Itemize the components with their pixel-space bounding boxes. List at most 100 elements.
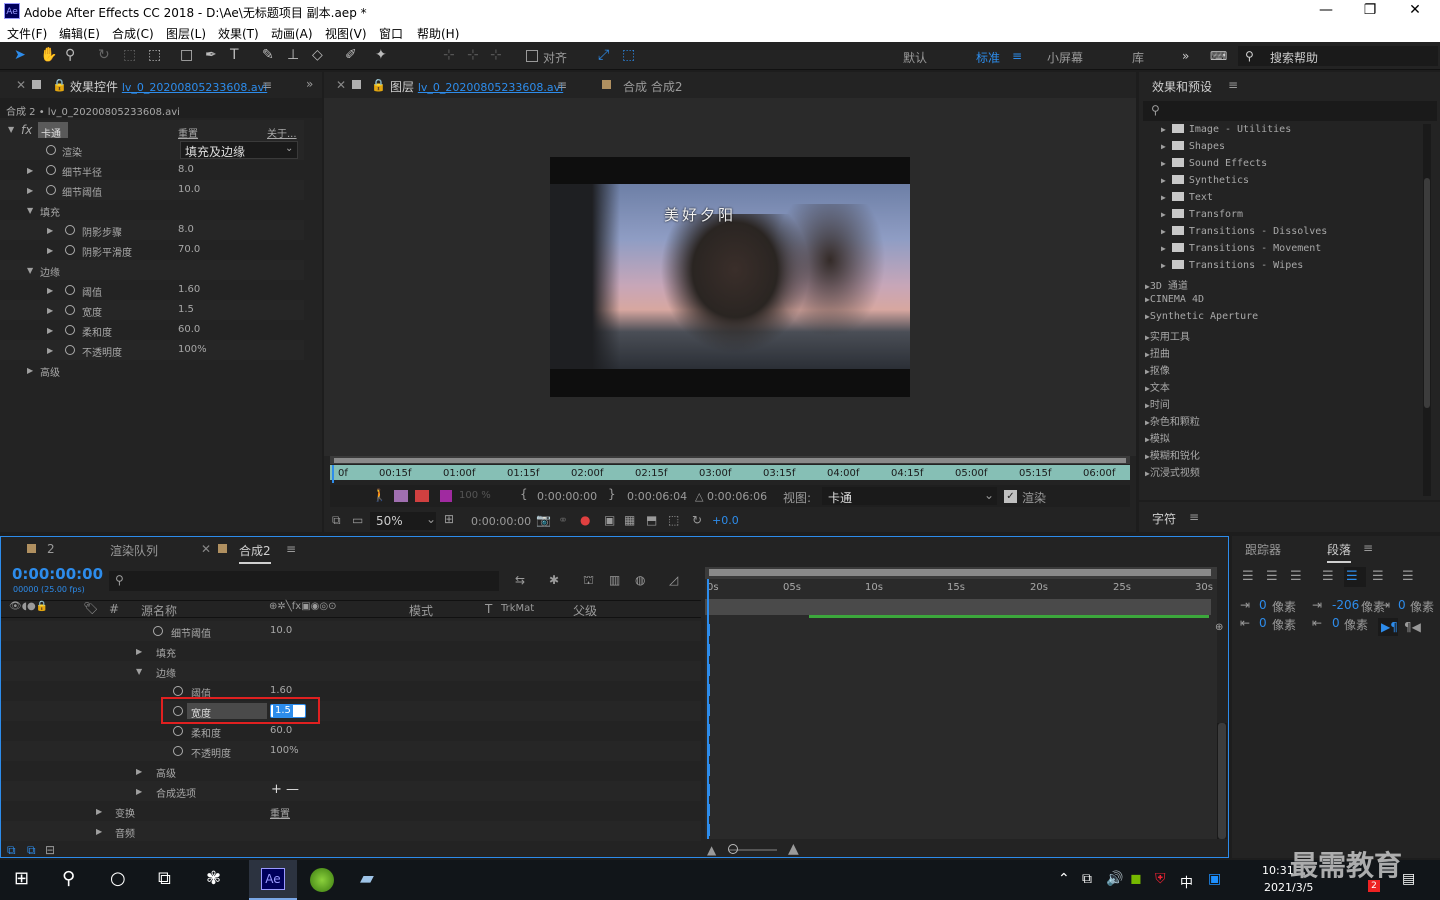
space-before-value[interactable]: -206 [1332, 598, 1359, 612]
pinwheel-icon[interactable]: ✾ [206, 868, 221, 889]
keyframe-marker[interactable] [707, 784, 710, 796]
panel-menu-icon[interactable]: ≡ [286, 542, 296, 556]
align-center-icon[interactable]: ☰ [1266, 569, 1278, 584]
color-swatch[interactable] [440, 490, 452, 502]
current-time[interactable]: 0:00:00:00 [471, 515, 531, 528]
menu-composition[interactable]: 合成(C) [112, 25, 154, 42]
label-tag-icon[interactable]: 🏷 [83, 601, 98, 615]
safe-margins-icon[interactable]: ⊞ [444, 512, 454, 526]
ime-indicator[interactable]: 中 [1180, 872, 1193, 891]
expand-icon[interactable]: ▶ [96, 827, 102, 836]
expand-icon[interactable]: ▶ [47, 286, 53, 295]
exposure-value[interactable]: +0.0 [712, 514, 739, 527]
channels-icon[interactable]: ● [580, 513, 590, 527]
keyframe-marker[interactable] [707, 804, 710, 816]
tree-category[interactable]: ▶模糊和锐化 [1145, 447, 1200, 462]
reset-exposure-icon[interactable]: ↻ [692, 513, 702, 527]
melon-app-icon[interactable] [310, 868, 334, 892]
stopwatch-icon[interactable] [65, 245, 75, 255]
tab-paragraph[interactable]: 段落 [1327, 541, 1352, 563]
effect-collapse-icon[interactable]: ▼ [8, 125, 14, 134]
lock-icon[interactable]: 🔒 [52, 78, 67, 92]
frame-blending-icon[interactable]: ▥ [609, 573, 620, 587]
panel-menu-icon[interactable]: ≡ [557, 78, 567, 92]
close-tab-icon[interactable]: ✕ [201, 542, 211, 556]
menu-file[interactable]: 文件(F) [7, 25, 47, 42]
tree-folder-item[interactable]: ▶ Text [1161, 192, 1213, 203]
pen-tool-icon[interactable]: ✒ [205, 47, 217, 63]
tree-category[interactable]: ▶扭曲 [1145, 345, 1170, 360]
zoom-in-icon[interactable]: ▲ [788, 841, 799, 857]
stopwatch-icon[interactable] [173, 686, 183, 696]
work-area-bar[interactable] [709, 569, 1211, 576]
col-mode[interactable]: 模式 [409, 602, 433, 619]
detail-threshold-value[interactable]: 10.0 [178, 184, 200, 204]
stopwatch-icon[interactable] [65, 305, 75, 315]
tree-folder-item[interactable]: ▶ Transitions - Wipes [1161, 260, 1303, 271]
keyframe-marker[interactable] [707, 824, 710, 836]
transfer-controls-icon[interactable]: ⧉ [27, 843, 36, 858]
tab-composition[interactable]: 合成 合成2 [623, 78, 682, 95]
axis-icon[interactable]: ⊹ [443, 47, 455, 63]
puppet-pin-tool-icon[interactable]: ✦ [375, 47, 387, 63]
tree-folder-item[interactable]: ▶ Transform [1161, 209, 1243, 220]
tab-layer[interactable]: 图层 lv_0_20200805233608.avi [390, 78, 564, 100]
justify-left-icon[interactable]: ☰ [1322, 569, 1334, 584]
stopwatch-icon[interactable] [46, 145, 56, 155]
menu-edit[interactable]: 编辑(E) [59, 25, 100, 42]
more-workspaces-icon[interactable]: » [1182, 49, 1189, 63]
type-tool-icon[interactable]: T [230, 47, 239, 63]
layer-duration-bar[interactable] [705, 599, 1211, 615]
render-checkbox[interactable]: ✓ [1004, 490, 1017, 503]
keyframe-marker[interactable] [707, 684, 710, 696]
minimize-button[interactable]: — [1306, 2, 1346, 18]
menu-effect[interactable]: 效果(T) [218, 25, 259, 42]
tree-category[interactable]: ▶Synthetic Aperture [1145, 311, 1258, 322]
tree-folder-item[interactable]: ▶ Transitions - Dissolves [1161, 226, 1327, 237]
show-snapshot-icon[interactable]: ⚭ [558, 513, 568, 527]
opacity-value[interactable]: 100% [178, 344, 207, 364]
search-help-input[interactable]: 搜索帮助 [1270, 49, 1318, 66]
keyframe-marker[interactable] [707, 624, 710, 636]
workspace-standard[interactable]: 标准 [976, 49, 1000, 66]
action-center-icon[interactable]: ▤ [1402, 871, 1415, 887]
expand-icon[interactable]: ▶ [47, 306, 53, 315]
stopwatch-icon[interactable] [173, 746, 183, 756]
clone-stamp-tool-icon[interactable]: ⊥ [287, 47, 299, 63]
justify-all-icon[interactable]: ☰ [1402, 569, 1414, 584]
zoom-tool-icon[interactable]: ⚲ [65, 47, 75, 63]
keyframe-marker[interactable] [707, 644, 710, 656]
keyframe-marker[interactable] [707, 764, 710, 776]
workspace-small-screen[interactable]: 小屏幕 [1047, 49, 1083, 66]
menu-animation[interactable]: 动画(A) [271, 25, 313, 42]
task-view-icon[interactable]: ⧉ [158, 868, 171, 889]
first-line-indent-value[interactable]: 0 [1398, 598, 1406, 612]
roto-brush-tool-icon[interactable]: ✐ [345, 47, 357, 63]
expand-icon[interactable]: ▶ [47, 246, 53, 255]
expand-icon[interactable]: ▶ [136, 767, 142, 776]
tree-folder-item[interactable]: ▶ Sound Effects [1161, 158, 1267, 169]
space-after-value[interactable]: 0 [1332, 616, 1340, 630]
start-icon[interactable]: ⊞ [14, 868, 29, 889]
close-button[interactable]: ✕ [1395, 2, 1435, 18]
expand-icon[interactable]: ▶ [96, 807, 102, 816]
layer-switches-icon[interactable]: ⊕✲╲fx▣◉◎⊙ [269, 601, 337, 612]
tree-category[interactable]: ▶3D 通道 [1145, 277, 1188, 292]
search-icon[interactable]: ⚲ [62, 868, 75, 889]
tl-opacity-value[interactable]: 100% [270, 745, 299, 765]
workspace-menu-icon[interactable]: ≡ [1012, 49, 1022, 63]
expand-panels-icon[interactable]: » [306, 77, 313, 91]
timeline-scrollbar[interactable] [1217, 723, 1227, 839]
close-tab-icon[interactable]: ✕ [16, 78, 26, 92]
expand-icon[interactable]: ▶ [47, 346, 53, 355]
tree-folder-item[interactable]: ▶ Image - Utilities [1161, 124, 1291, 135]
tab-comp-2[interactable]: 2 [47, 542, 55, 556]
indent-left-value[interactable]: 0 [1259, 598, 1267, 612]
justify-right-icon[interactable]: ☰ [1372, 569, 1384, 584]
panel-menu-icon[interactable]: ≡ [1189, 510, 1199, 524]
tree-folder-item[interactable]: ▶ Transitions - Movement [1161, 243, 1321, 254]
stopwatch-icon[interactable] [173, 726, 183, 736]
col-parent[interactable]: 父级 [573, 602, 597, 619]
expand-icon[interactable]: ▶ [136, 787, 142, 796]
av-switches-icon[interactable]: 👁◖●🔒 [9, 601, 48, 612]
